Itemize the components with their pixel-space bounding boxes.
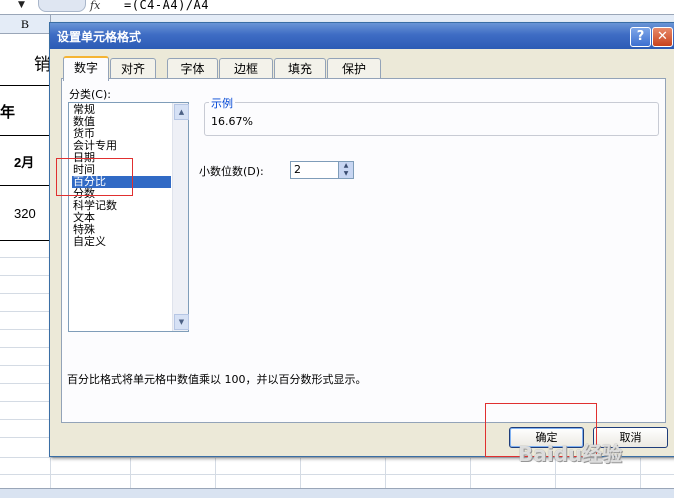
tab-alignment[interactable]: 对齐 <box>110 58 156 79</box>
tab-protection[interactable]: 保护 <box>327 58 381 79</box>
baidu-watermark: Baidu经验 <box>518 442 623 466</box>
tab-border[interactable]: 边框 <box>219 58 273 79</box>
dialog-titlebar[interactable]: 设置单元格格式 ? ✕ <box>50 23 674 49</box>
formula-input[interactable]: =(C4-A4)/A4 <box>124 0 209 12</box>
decimal-places-spinner[interactable]: 2 ▲ ▼ <box>290 161 354 179</box>
format-cells-dialog: 设置单元格格式 ? ✕ 数字 对齐 字体 边框 填充 保护 分类(C): 常规 … <box>49 22 674 457</box>
name-box-dropdown-icon[interactable]: ▼ <box>18 0 25 10</box>
grid-line <box>0 474 674 475</box>
spin-up-icon[interactable]: ▲ <box>338 162 353 170</box>
cell-month[interactable]: 2月 <box>14 152 34 171</box>
category-listbox[interactable]: 常规 数值 货币 会计专用 日期 时间 百分比 分数 科学记数 文本 特殊 自定… <box>68 102 189 332</box>
cell-year-header[interactable]: 年 <box>0 101 15 122</box>
dialog-title: 设置单元格格式 <box>57 30 142 44</box>
format-description: 百分比格式将单元格中数值乘以 100，并以百分数形式显示。 <box>67 373 367 386</box>
decimal-places-value[interactable]: 2 <box>294 163 301 176</box>
sample-value: 16.67% <box>211 115 253 128</box>
sample-group: 示例 16.67% <box>204 95 659 136</box>
formula-bar-buttons[interactable] <box>38 0 86 12</box>
annotation-highlight-category <box>56 158 133 196</box>
spin-down-icon[interactable]: ▼ <box>338 170 353 178</box>
sample-title: 示例 <box>209 95 235 111</box>
category-item-custom[interactable]: 自定义 <box>72 236 171 248</box>
number-tab-panel: 分类(C): 常规 数值 货币 会计专用 日期 时间 百分比 分数 科学记数 文… <box>61 78 666 423</box>
tab-number[interactable]: 数字 <box>63 56 109 81</box>
category-label: 分类(C): <box>69 88 111 101</box>
cell-border <box>0 240 50 241</box>
tab-fill[interactable]: 填充 <box>274 58 326 79</box>
cell-border <box>0 135 50 136</box>
close-icon[interactable]: ✕ <box>652 27 673 47</box>
help-icon[interactable]: ? <box>630 27 651 47</box>
tab-font[interactable]: 字体 <box>167 58 218 79</box>
scroll-down-icon[interactable]: ▼ <box>174 314 189 330</box>
decimal-places-label: 小数位数(D): <box>199 165 264 178</box>
scroll-up-icon[interactable]: ▲ <box>174 104 189 120</box>
insert-function-icon[interactable]: fx <box>90 0 100 12</box>
formula-bar: ▼ fx =(C4-A4)/A4 <box>0 0 674 15</box>
column-header-b[interactable]: B <box>0 15 51 33</box>
category-scrollbar[interactable]: ▲ ▼ <box>172 103 189 331</box>
cell-border <box>0 185 50 186</box>
cell-border <box>0 85 50 86</box>
cell-value[interactable]: 320 <box>14 206 36 221</box>
